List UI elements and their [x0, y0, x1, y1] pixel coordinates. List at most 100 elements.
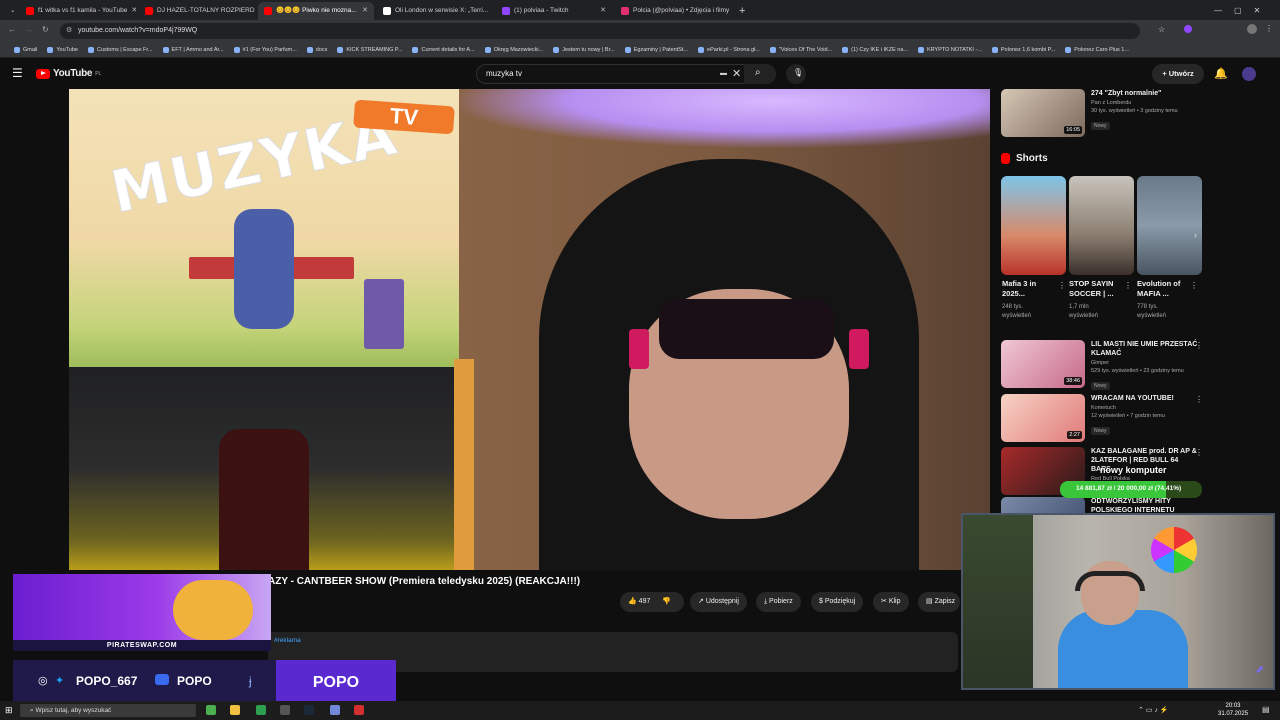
short-title-3[interactable]: Evolution of MAFIA ...: [1137, 279, 1189, 299]
reload-icon[interactable]: ↻: [42, 25, 49, 34]
video-thumbnail[interactable]: [1001, 497, 1085, 513]
save-button[interactable]: ▤ Zapisz: [918, 592, 960, 612]
share-button[interactable]: ↗ Udostępnij: [690, 592, 747, 612]
bookmark-item[interactable]: eParki.pl - Strona gł...: [698, 46, 760, 53]
bookmark-item[interactable]: Customs | Escape Fr...: [88, 46, 153, 53]
tab-6[interactable]: Polcia (@polviaa) • Zdjęcia i filmy✕: [615, 2, 731, 20]
tray-icons[interactable]: ⌃ ▭ ♪ ⚡: [1138, 706, 1169, 714]
bookmark-item[interactable]: Current details for A...: [412, 46, 475, 53]
close-tab-icon[interactable]: ✕: [492, 2, 493, 20]
obs-taskbar-icon[interactable]: [354, 705, 364, 715]
extension-icon[interactable]: [1184, 25, 1192, 33]
short-more-icon[interactable]: ⋮: [1190, 281, 1198, 290]
app-taskbar-icon[interactable]: [256, 705, 266, 715]
thumbs-down-icon[interactable]: 👎: [662, 598, 671, 605]
close-window-icon[interactable]: ✕: [1254, 2, 1261, 20]
voice-search-button[interactable]: 🎙: [786, 64, 806, 84]
search-button[interactable]: ⌕: [744, 64, 776, 84]
video-title[interactable]: 274 "Zbyt normalnie": [1091, 89, 1199, 98]
tab-2[interactable]: DJ HAZEL-TOTALNY ROZPIERD...✕: [139, 2, 255, 20]
close-tab-icon[interactable]: ✕: [362, 2, 368, 20]
hamburger-menu-icon[interactable]: ☰: [12, 66, 23, 80]
close-tab-icon[interactable]: ✕: [600, 2, 606, 20]
minimize-icon[interactable]: —: [1214, 2, 1222, 20]
short-title-2[interactable]: STOP SAYIN SOCCER | ...: [1069, 279, 1121, 299]
forward-icon[interactable]: →: [25, 25, 33, 34]
search-input[interactable]: muzyka tv: [476, 64, 776, 84]
bookmark-item[interactable]: KRYPTO NOTATKI -...: [917, 46, 982, 53]
bookmark-item[interactable]: Polonez 1,6 kombi P...: [991, 46, 1055, 53]
app-taskbar-icon[interactable]: [280, 705, 290, 715]
discord-taskbar-icon[interactable]: [330, 705, 340, 715]
notification-center-icon[interactable]: ▤: [1262, 705, 1270, 714]
window-controls[interactable]: — ▢ ✕: [1208, 2, 1278, 20]
description-hashtag[interactable]: #reklama: [274, 637, 301, 644]
bookmark-item[interactable]: YouTube: [47, 46, 78, 53]
channel-name[interactable]: Gimper: [1091, 360, 1199, 366]
close-tab-icon[interactable]: ✕: [131, 2, 136, 20]
bookmark-item[interactable]: (1) Czy IKE i IKZE na...: [842, 46, 908, 53]
profile-avatar[interactable]: [1247, 24, 1257, 34]
clear-search-icon[interactable]: ✕: [732, 67, 741, 80]
back-icon[interactable]: ←: [8, 25, 16, 34]
channel-name[interactable]: Kometuch: [1091, 405, 1199, 411]
thanks-button[interactable]: $ Podziękuj: [811, 592, 864, 612]
new-tab-button[interactable]: +: [733, 2, 749, 20]
bookmark-item[interactable]: Jestem tu nowy | Br...: [553, 46, 615, 53]
windows-start-icon[interactable]: ⊞: [5, 705, 13, 716]
short-thumbnail-3[interactable]: [1137, 176, 1202, 275]
bookmark-item[interactable]: Polonez Caro Plus 1...: [1065, 46, 1129, 53]
recommended-video-2[interactable]: 2:27 WRACAM NA YOUTUBE! Kometuch 12 wyśw…: [1001, 394, 1199, 442]
video-title[interactable]: ODTWORZYLIŚMY HITY POLSKIEGO INTERNETU: [1091, 497, 1199, 513]
tab-1[interactable]: f1 witka vs f1 kamila - YouTube ✕: [20, 2, 136, 20]
taskbar-search-input[interactable]: ⌕ Wpisz tutaj, aby wyszukać: [20, 704, 196, 717]
tab-3-active[interactable]: 😊😊😊 Piwko nie mozna... ✕: [258, 2, 374, 20]
shorts-next-arrow-icon[interactable]: ›: [1194, 230, 1197, 240]
video-thumbnail[interactable]: 16:05: [1001, 89, 1085, 137]
download-button[interactable]: ⤓ Pobierz: [756, 592, 801, 612]
short-title-1[interactable]: Mafia 3 in 2025...: [1002, 279, 1057, 299]
create-button[interactable]: + Utwórz: [1152, 64, 1204, 84]
channel-name[interactable]: Pan z Lomberdu: [1091, 100, 1199, 106]
chrome-taskbar-icon[interactable]: [206, 705, 216, 715]
tab-5[interactable]: (1) polviaa - Twitch ✕: [496, 2, 612, 20]
bookmark-item[interactable]: Okręg Mazowiecki...: [484, 46, 543, 53]
bookmark-item[interactable]: KICK STREAMING P...: [337, 46, 402, 53]
bookmark-item[interactable]: "Voices Of The Void...: [769, 46, 832, 53]
account-avatar[interactable]: [1242, 67, 1256, 81]
short-thumbnail-1[interactable]: [1001, 176, 1066, 275]
short-thumbnail-2[interactable]: [1069, 176, 1134, 275]
video-more-icon[interactable]: ⋮: [1195, 341, 1203, 350]
bookmark-item[interactable]: EFT | Ammo and Ar...: [162, 46, 224, 53]
video-title[interactable]: LIL MASTI NIE UMIE PRZESTAĆ KLAMAĆ: [1091, 340, 1199, 358]
video-more-icon[interactable]: ⋮: [1195, 395, 1203, 404]
explorer-taskbar-icon[interactable]: [230, 705, 240, 715]
video-thumbnail[interactable]: 2:27: [1001, 394, 1085, 442]
recommended-video-4[interactable]: ODTWORZYLIŚMY HITY POLSKIEGO INTERNETU: [1001, 497, 1199, 513]
youtube-logo[interactable]: YouTube PL: [36, 68, 101, 79]
steam-taskbar-icon[interactable]: [304, 705, 314, 715]
bookmark-item[interactable]: Egzaminy | PatentSt...: [624, 46, 688, 53]
taskbar-clock[interactable]: 20:03 31.07.2025: [1218, 702, 1248, 718]
video-thumbnail[interactable]: 38:46: [1001, 340, 1085, 388]
maximize-icon[interactable]: ▢: [1234, 2, 1242, 20]
more-menu-icon[interactable]: ⋮: [1265, 24, 1273, 33]
bookmark-star-icon[interactable]: ☆: [1158, 25, 1165, 34]
bookmark-item[interactable]: docs: [306, 46, 327, 53]
bookmark-item[interactable]: Gmail: [14, 46, 37, 53]
tab-search-icon[interactable]: ⌄: [4, 2, 18, 20]
site-info-icon[interactable]: ⚙: [66, 23, 72, 39]
short-more-icon[interactable]: ⋮: [1058, 281, 1066, 290]
video-player[interactable]: MUZYKA TV: [69, 89, 990, 570]
address-bar[interactable]: ⚙ youtube.com/watch?v=mdoP4j799WQ: [60, 23, 1140, 39]
keyboard-icon[interactable]: ▬: [720, 70, 727, 77]
recommended-video-top[interactable]: 16:05 274 "Zbyt normalnie" Pan z Lomberd…: [1001, 89, 1199, 137]
like-button[interactable]: 👍 497 👎: [620, 592, 684, 612]
bookmark-item[interactable]: #1 (For You) Parfum...: [233, 46, 297, 53]
video-title[interactable]: WRACAM NA YOUTUBE!: [1091, 394, 1199, 403]
recommended-video-1[interactable]: 38:46 LIL MASTI NIE UMIE PRZESTAĆ KLAMAĆ…: [1001, 340, 1199, 392]
clip-button[interactable]: ✂ Klip: [873, 592, 909, 612]
video-more-icon[interactable]: ⋮: [1195, 448, 1203, 457]
notifications-bell-icon[interactable]: 🔔: [1214, 67, 1228, 80]
short-more-icon[interactable]: ⋮: [1124, 281, 1132, 290]
